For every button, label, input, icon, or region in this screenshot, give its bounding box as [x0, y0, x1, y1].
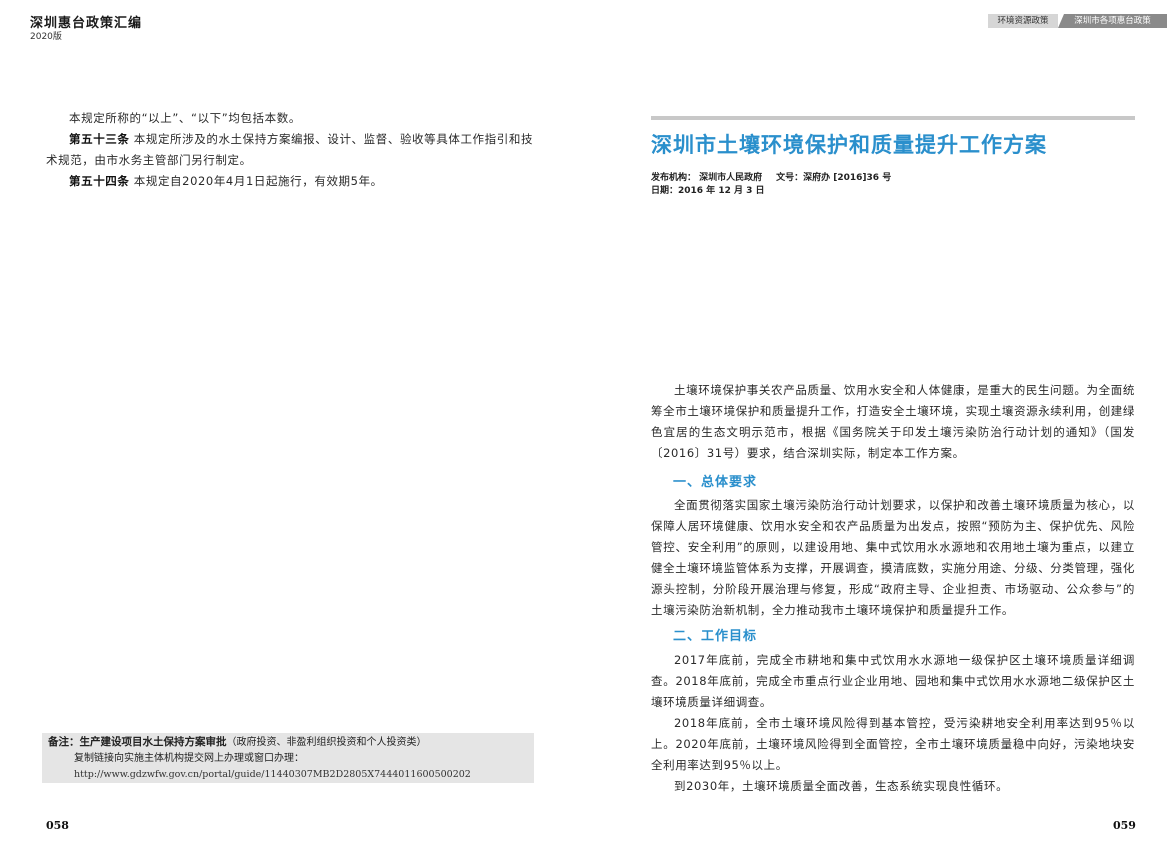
book-year: 2020版: [30, 32, 62, 42]
document-title: 深圳市土壤环境保护和质量提升工作方案: [651, 133, 1047, 157]
article-54-text: 本规定自2020年4月1日起施行，有效期5年。: [129, 174, 383, 188]
left-paragraphs: 本规定所称的“以上”、“以下”均包括本数。 第五十三条 本规定所涉及的水土保持方…: [46, 108, 536, 192]
title-divider: [651, 116, 1135, 120]
section-1-paragraph: 全面贯彻落实国家土壤污染防治行动计划要求，以保护和改善土壤环境质量为核心，以保障…: [651, 498, 1135, 617]
left-page: 深圳惠台政策汇编 2020版 本规定所称的“以上”、“以下”均包括本数。 第五十…: [0, 0, 583, 841]
note-label: 备注：生产建设项目水土保持方案审批: [48, 736, 227, 748]
meta-date: 日期：2016 年 12 月 3 日: [651, 186, 765, 196]
tab-section: 深圳市各项惠台政策: [1058, 14, 1167, 28]
page-number-right: 059: [1113, 819, 1136, 832]
section-2-block: 2017年底前，完成全市耕地和集中式饮用水水源地一级保护区土壤环境质量详细调查。…: [651, 650, 1135, 797]
meta-docno: 文号：深府办 [2016]36 号: [776, 173, 892, 183]
page-number-left: 058: [46, 819, 69, 832]
goal-paragraph-2: 2018年底前，全市土壤环境风险得到基本管控，受污染耕地安全利用率达到95％以上…: [651, 716, 1135, 772]
article-54-label: 第五十四条: [69, 174, 130, 188]
tab-category: 环境资源政策: [988, 14, 1058, 28]
meta-line-1: 发布机构： 深圳市人民政府 文号：深府办 [2016]36 号: [651, 170, 891, 183]
goal-paragraph-3: 到2030年，土壤环境质量全面改善，生态系统实现良性循环。: [674, 779, 1009, 793]
header-tabs: 环境资源政策 深圳市各项惠台政策: [988, 14, 1167, 28]
note-box: 备注：生产建设项目水土保持方案审批（政府投资、非盈利组织投资和个人投资类） 复制…: [42, 733, 534, 783]
note-url-link[interactable]: http://www.gdzwfw.gov.cn/portal/guide/11…: [74, 766, 471, 784]
intro-block: 土壤环境保护事关农产品质量、饮用水安全和人体健康，是重大的民生问题。为全面统筹全…: [651, 380, 1135, 464]
paragraph-scope: 本规定所称的“以上”、“以下”均包括本数。: [69, 111, 301, 125]
right-page: 环境资源政策 深圳市各项惠台政策 深圳市土壤环境保护和质量提升工作方案 发布机构…: [583, 0, 1167, 841]
section-1-block: 全面贯彻落实国家土壤污染防治行动计划要求，以保护和改善土壤环境质量为核心，以保障…: [651, 495, 1135, 621]
meta-issuer: 发布机构： 深圳市人民政府: [651, 173, 763, 183]
heading-work-goals: 二、工作目标: [673, 629, 758, 644]
intro-paragraph: 土壤环境保护事关农产品质量、饮用水安全和人体健康，是重大的民生问题。为全面统筹全…: [651, 383, 1135, 460]
article-54: 第五十四条 本规定自2020年4月1日起施行，有效期5年。: [46, 171, 536, 192]
article-53: 第五十三条 本规定所涉及的水土保持方案编报、设计、监督、验收等具体工作指引和技术…: [46, 129, 536, 171]
note-paren: （政府投资、非盈利组织投资和个人投资类）: [226, 737, 427, 748]
article-53-label: 第五十三条: [69, 132, 130, 146]
goal-paragraph-1: 2017年底前，完成全市耕地和集中式饮用水水源地一级保护区土壤环境质量详细调查。…: [651, 653, 1135, 709]
heading-general-requirements: 一、总体要求: [673, 475, 758, 490]
